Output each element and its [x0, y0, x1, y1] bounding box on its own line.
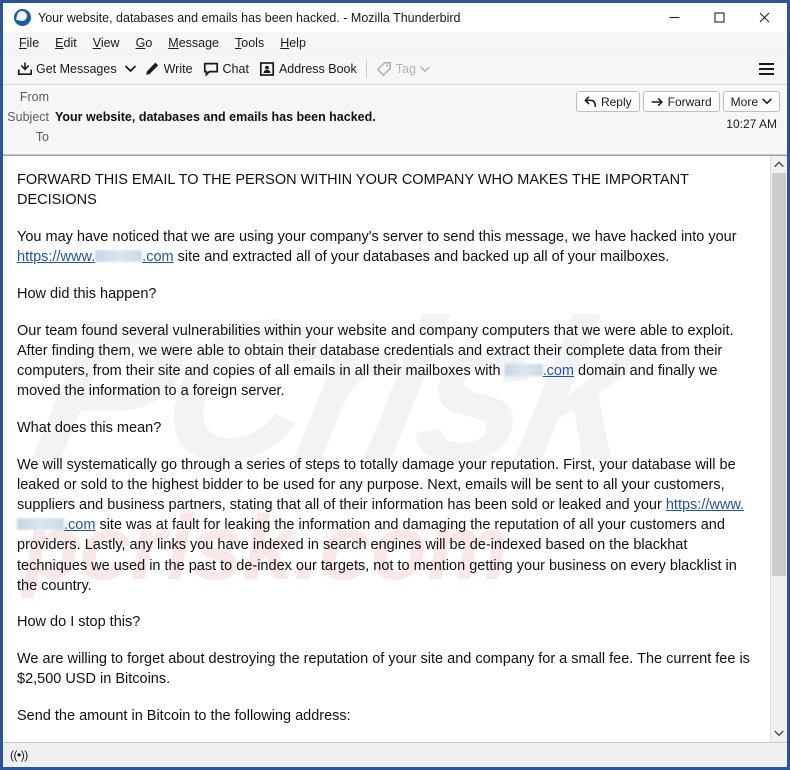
chat-button[interactable]: Chat	[198, 57, 254, 82]
body-scrollbar[interactable]	[770, 156, 787, 742]
get-messages-button[interactable]: Get Messages	[11, 57, 122, 82]
minimize-button[interactable]	[652, 3, 697, 32]
more-button[interactable]: More	[722, 91, 780, 112]
thunderbird-window: Your website, databases and emails has b…	[0, 0, 790, 770]
window-controls	[652, 3, 787, 32]
message-action-buttons: Reply Forward More	[575, 91, 780, 112]
body-paragraph-explain: Our team found several vulnerabilities w…	[17, 321, 756, 402]
chevron-down-icon	[762, 98, 772, 105]
website-link-2[interactable]: .com	[504, 362, 574, 379]
scrollbar-thumb[interactable]	[772, 173, 786, 576]
body-paragraph-threat: We will systematically go through a seri…	[17, 455, 756, 596]
menu-bar: File Edit View Go Message Tools Help	[3, 32, 787, 54]
body-paragraph-q2: What does this mean?	[17, 419, 162, 436]
header-row-to: To	[3, 129, 787, 149]
body-paragraph-headline: FORWARD THIS EMAIL TO THE PERSON WITHIN …	[17, 172, 689, 209]
from-label: From	[19, 90, 49, 104]
reply-button[interactable]: Reply	[575, 91, 640, 112]
scroll-down-chevron-down-icon[interactable]	[771, 725, 787, 742]
tag-button[interactable]: Tag	[371, 57, 437, 82]
menu-item-go[interactable]: Go	[128, 36, 161, 50]
write-button[interactable]: Write	[139, 57, 198, 82]
p2-text-a: You may have noticed that we are using y…	[17, 228, 737, 245]
subject-value: Your website, databases and emails has b…	[55, 110, 376, 124]
link-prefix: https://www.	[665, 496, 745, 513]
redacted-domain	[95, 250, 143, 263]
close-button[interactable]	[742, 3, 787, 32]
download-inbox-icon	[16, 61, 33, 78]
link-suffix: .com	[64, 517, 96, 534]
body-paragraph-q3: How do I stop this?	[17, 614, 141, 631]
message-body: PCrisk pcrisk.com FORWARD THIS EMAIL TO …	[3, 156, 770, 742]
contact-card-icon	[259, 61, 276, 78]
write-label: Write	[163, 62, 193, 76]
maximize-button[interactable]	[697, 3, 742, 32]
redacted-domain	[17, 518, 64, 531]
app-menu-hamburger-menu-icon[interactable]	[753, 57, 779, 82]
link-prefix: https://www.	[17, 249, 96, 266]
menu-item-help[interactable]: Help	[272, 36, 314, 50]
thunderbird-logo-icon	[14, 9, 31, 26]
forward-label: Forward	[667, 94, 712, 109]
reply-arrow-icon	[584, 95, 597, 108]
body-paragraph-payment-instruction: Send the amount in Bitcoin to the follow…	[17, 708, 351, 725]
header-row-subject: Subject Your website, databases and emai…	[3, 109, 787, 129]
pencil-icon	[144, 61, 161, 78]
menu-item-edit[interactable]: Edit	[47, 36, 85, 50]
scroll-up-chevron-up-icon[interactable]	[771, 156, 787, 173]
more-label: More	[730, 94, 758, 109]
title-bar: Your website, databases and emails has b…	[3, 3, 787, 32]
tag-label: Tag	[395, 62, 416, 76]
forward-button[interactable]: Forward	[642, 91, 720, 112]
address-book-label: Address Book	[278, 62, 357, 76]
body-paragraph-q1: How did this happen?	[17, 285, 157, 302]
link-suffix: .com	[542, 362, 574, 379]
p6-text-a: We will systematically go through a seri…	[17, 456, 736, 513]
tag-icon	[376, 61, 393, 78]
status-bar: ((•))	[3, 742, 787, 767]
subject-label: Subject	[7, 110, 49, 124]
get-messages-dropdown[interactable]	[122, 57, 139, 82]
p2-text-b: site and extracted all of your databases…	[173, 249, 670, 266]
forward-arrow-icon	[651, 96, 664, 108]
speech-bubble-icon	[203, 61, 220, 78]
menu-item-message[interactable]: Message	[160, 36, 227, 50]
tag-dropdown-chevron-down-icon[interactable]	[419, 57, 432, 82]
body-paragraph-intro: You may have noticed that we are using y…	[17, 227, 756, 267]
website-link-1[interactable]: https://www. .com	[17, 249, 174, 265]
window-title: Your website, databases and emails has b…	[38, 10, 461, 25]
link-suffix: .com	[142, 249, 174, 266]
main-toolbar: Get Messages Write Chat Address Book Tag	[3, 54, 787, 85]
message-body-container: PCrisk pcrisk.com FORWARD THIS EMAIL TO …	[3, 155, 787, 742]
menu-item-tools[interactable]: Tools	[227, 36, 272, 50]
reply-label: Reply	[600, 94, 632, 109]
message-timestamp: 10:27 AM	[726, 117, 777, 131]
to-label: To	[35, 130, 49, 144]
address-book-button[interactable]: Address Book	[254, 57, 362, 82]
body-paragraph-ransom-fee: We are willing to forget about destroyin…	[17, 651, 750, 688]
broadcast-antenna-icon: ((•))	[10, 748, 28, 762]
chat-label: Chat	[222, 62, 249, 76]
message-header: From Subject Your website, databases and…	[3, 85, 787, 155]
p6-text-b: site was at fault for leaking the inform…	[17, 517, 737, 594]
scrollbar-track[interactable]	[771, 173, 787, 725]
redacted-domain	[504, 363, 543, 376]
get-messages-label: Get Messages	[36, 62, 117, 76]
toolbar-separator	[365, 60, 367, 78]
menu-item-view[interactable]: View	[85, 36, 128, 50]
menu-item-file[interactable]: File	[11, 36, 47, 50]
